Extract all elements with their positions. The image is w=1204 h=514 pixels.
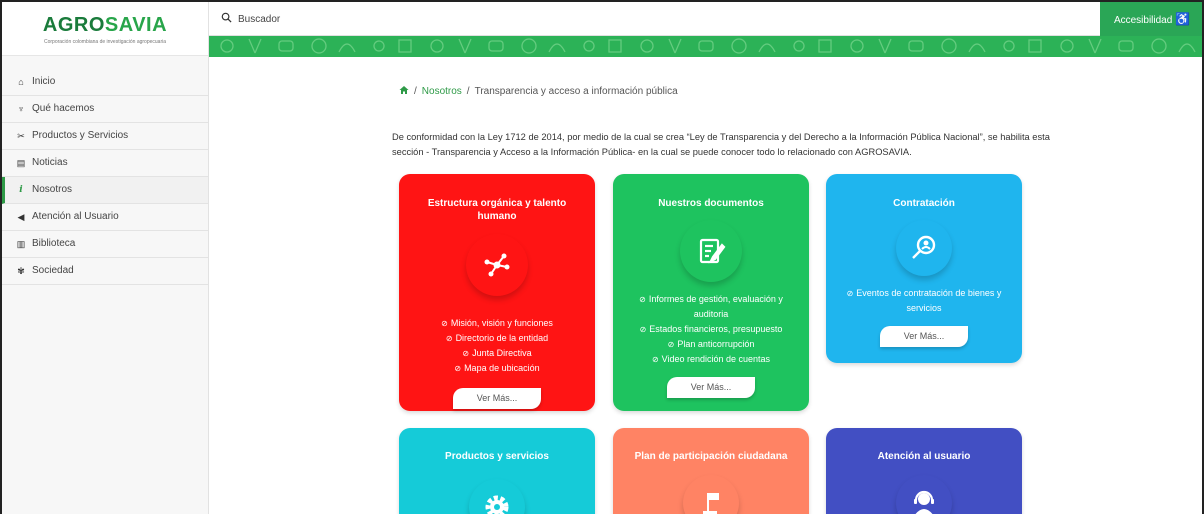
browser-frame: AGROSAVIA Corporación colombiana de inve…: [0, 0, 1204, 514]
sidebar-item-label: Noticias: [32, 157, 68, 168]
sidebar-nav: ⌂ Inicio ♆ Qué hacemos ✂ Productos y Servic…: [2, 69, 208, 285]
sidebar-item-label: Nosotros: [32, 184, 73, 195]
breadcrumb-current: Transparencia y acceso a información púb…: [474, 86, 678, 97]
card-title: Atención al usuario: [877, 451, 971, 462]
check-circle-icon: ⊘: [445, 334, 453, 343]
card-title: Plan de participación ciudadana: [634, 451, 788, 462]
sidebar-item-label: Inicio: [32, 76, 56, 87]
sidebar-item-label: Qué hacemos: [32, 103, 95, 114]
breadcrumb-separator: /: [414, 86, 417, 97]
logo-wordmark: AGROSAVIA: [42, 14, 168, 36]
newspaper-icon: ▤: [16, 158, 26, 168]
home-icon[interactable]: [399, 85, 409, 98]
sidebar-item-sociedad[interactable]: ✾ Sociedad: [2, 258, 208, 285]
logo-tagline: Corporación colombiana de investigación …: [43, 39, 167, 45]
ver-mas-button[interactable]: Ver Más...: [880, 326, 968, 347]
sidebar-item-label: Productos y Servicios: [32, 130, 129, 141]
check-circle-icon: ⊘: [639, 325, 647, 334]
info-icon: i: [19, 185, 23, 195]
sidebar-item-inicio[interactable]: ⌂ Inicio: [2, 69, 208, 96]
wheelchair-icon: ♿: [1175, 12, 1191, 26]
top-bar: Buscador Accesibilidad ♿: [209, 2, 1202, 36]
sidebar-item-atencion[interactable]: ◀ Atención al Usuario: [2, 204, 208, 231]
card-link-list: ⊘ Misión, visión y funciones ⊘ Directorio …: [399, 316, 595, 376]
library-icon: ▥: [16, 239, 26, 249]
check-circle-icon: ⊘: [441, 319, 448, 328]
search-box[interactable]: Buscador: [221, 12, 280, 26]
megaphone-icon: ◀: [17, 212, 25, 222]
flag-podium-icon: [683, 475, 739, 514]
sidebar: AGROSAVIA Corporación colombiana de inve…: [2, 2, 209, 514]
card-title: Estructura orgánica y talento humano: [427, 198, 567, 222]
search-icon: [221, 12, 232, 26]
tools-icon: ✂: [17, 131, 25, 141]
card-title: Productos y servicios: [445, 451, 549, 462]
card-link-list: ⊘ Informes de gestión, evaluación y audit…: [613, 292, 809, 367]
ver-mas-button[interactable]: Ver Más...: [667, 377, 755, 398]
card-link[interactable]: ⊘ Mapa de ubicación: [411, 361, 583, 376]
check-circle-icon: ⊘: [667, 340, 675, 349]
sidebar-item-productos[interactable]: ✂ Productos y Servicios: [2, 123, 208, 150]
breadcrumb-link-nosotros[interactable]: Nosotros: [422, 86, 462, 97]
card-link[interactable]: ⊘ Eventos de contratación de bienes y ser…: [838, 286, 1010, 316]
network-icon: [466, 234, 528, 296]
card-link[interactable]: ⊘ Video rendición de cuentas: [625, 352, 797, 367]
gear-icon: [469, 479, 525, 514]
plant-icon: ♆: [17, 104, 25, 114]
ver-mas-button[interactable]: Ver Más...: [453, 388, 541, 409]
logo[interactable]: AGROSAVIA Corporación colombiana de inve…: [2, 2, 208, 56]
card-link-list: ⊘ Eventos de contratación de bienes y ser…: [826, 286, 1022, 316]
card-estructura-organica[interactable]: Estructura orgánica y talento humano ⊘ Mi…: [399, 174, 595, 411]
sidebar-item-label: Sociedad: [32, 265, 74, 276]
sidebar-item-nosotros[interactable]: i Nosotros: [2, 177, 208, 204]
home-icon: ⌂: [18, 77, 24, 87]
main-content: / Nosotros / Transparencia y acceso a in…: [209, 57, 1202, 514]
intro-text: De conformidad con la Ley 1712 de 2014, …: [392, 132, 1050, 157]
check-circle-icon: ⊘: [846, 289, 854, 298]
card-title: Nuestros documentos: [658, 198, 764, 209]
breadcrumb-separator: /: [466, 86, 470, 97]
society-icon: ✾: [17, 266, 25, 276]
card-link[interactable]: ⊘ Junta Directiva: [411, 346, 583, 361]
sidebar-item-label: Atención al Usuario: [32, 211, 119, 222]
decorative-pattern-banner: [209, 36, 1202, 57]
card-atencion-usuario[interactable]: Atención al usuario: [826, 428, 1022, 514]
card-link[interactable]: ⊘ Estados financieros, presupuesto: [625, 322, 797, 337]
breadcrumb: / Nosotros / Transparencia y acceso a in…: [399, 85, 678, 98]
card-nuestros-documentos[interactable]: Nuestros documentos ⊘ Informes de gestión…: [613, 174, 809, 411]
sidebar-item-que-hacemos[interactable]: ♆ Qué hacemos: [2, 96, 208, 123]
card-plan-participacion[interactable]: Plan de participación ciudadana: [613, 428, 809, 514]
card-link[interactable]: ⊘ Directorio de la entidad: [411, 331, 583, 346]
headset-user-icon: [896, 475, 952, 514]
sidebar-item-noticias[interactable]: ▤ Noticias: [2, 150, 208, 177]
document-edit-icon: [680, 220, 742, 282]
sidebar-item-biblioteca[interactable]: ▥ Biblioteca: [2, 231, 208, 258]
check-circle-icon: ⊘: [639, 295, 646, 304]
card-title: Contratación: [893, 198, 955, 209]
check-circle-icon: ⊘: [454, 364, 462, 373]
card-contratacion[interactable]: Contratación ⊘ Eventos de contratación de…: [826, 174, 1022, 363]
card-link[interactable]: ⊘ Misión, visión y funciones: [411, 316, 583, 331]
card-link[interactable]: ⊘ Informes de gestión, evaluación y audit…: [625, 292, 797, 322]
search-input[interactable]: Buscador: [238, 14, 280, 25]
user-search-icon: [896, 220, 952, 276]
check-circle-icon: ⊘: [462, 349, 470, 358]
card-productos-servicios[interactable]: Productos y servicios: [399, 428, 595, 514]
check-circle-icon: ⊘: [651, 355, 659, 364]
accessibility-button[interactable]: Accesibilidad ♿: [1100, 2, 1202, 36]
sidebar-item-label: Biblioteca: [32, 238, 76, 249]
card-link[interactable]: ⊘ Plan anticorrupción: [625, 337, 797, 352]
